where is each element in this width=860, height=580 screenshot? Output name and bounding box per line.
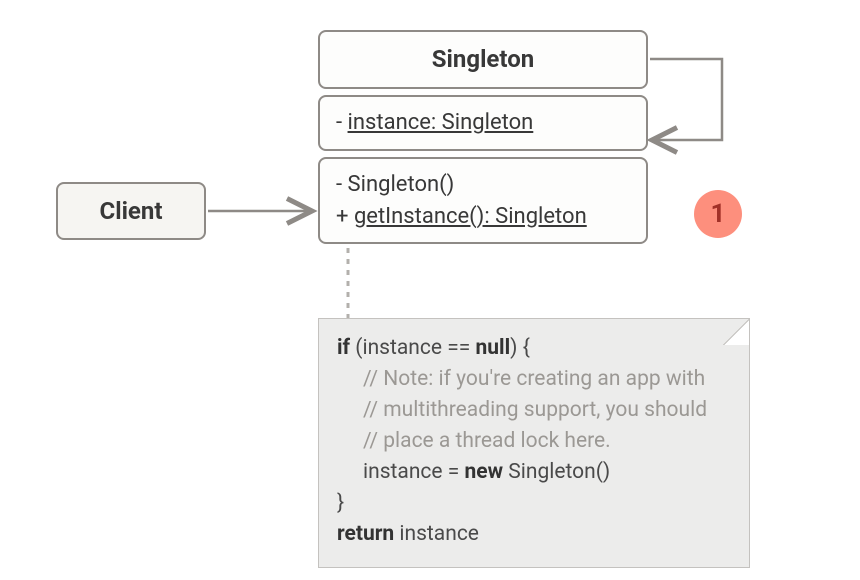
annotation-badge-label: 1 [711,199,726,229]
singleton-class-box: Singleton - instance: Singleton - Single… [318,30,648,244]
attribute-instance: instance: Singleton [348,110,534,135]
client-class-box: Client [56,182,206,240]
code-comment-2: // multithreading support, you should [337,395,731,426]
operations-compartment: - Singleton() + getInstance(): Singleton [318,157,648,245]
self-association-arrow [650,59,722,140]
code-line-1: if (instance == null) { [337,333,731,364]
class-name-compartment: Singleton [318,30,648,89]
attributes-compartment: - instance: Singleton [318,95,648,151]
operation-constructor: - Singleton() [336,169,630,201]
code-line-7: return instance [337,519,731,550]
note-fold-corner [723,319,749,345]
code-comment-3: // place a thread lock here. [337,426,731,457]
operation-getinstance: + getInstance(): Singleton [336,201,630,233]
code-note: if (instance == null) { // Note: if you'… [318,318,750,568]
uml-diagram: Client Singleton - instance: Singleton -… [0,0,860,580]
singleton-class-name: Singleton [432,45,534,73]
code-line-6: } [337,488,731,519]
code-comment-1: // Note: if you're creating an app with [337,364,731,395]
annotation-badge-1: 1 [694,190,742,238]
code-line-5: instance = new Singleton() [337,457,731,488]
client-class-name: Client [100,197,163,225]
attribute-row: - instance: Singleton [336,107,630,139]
